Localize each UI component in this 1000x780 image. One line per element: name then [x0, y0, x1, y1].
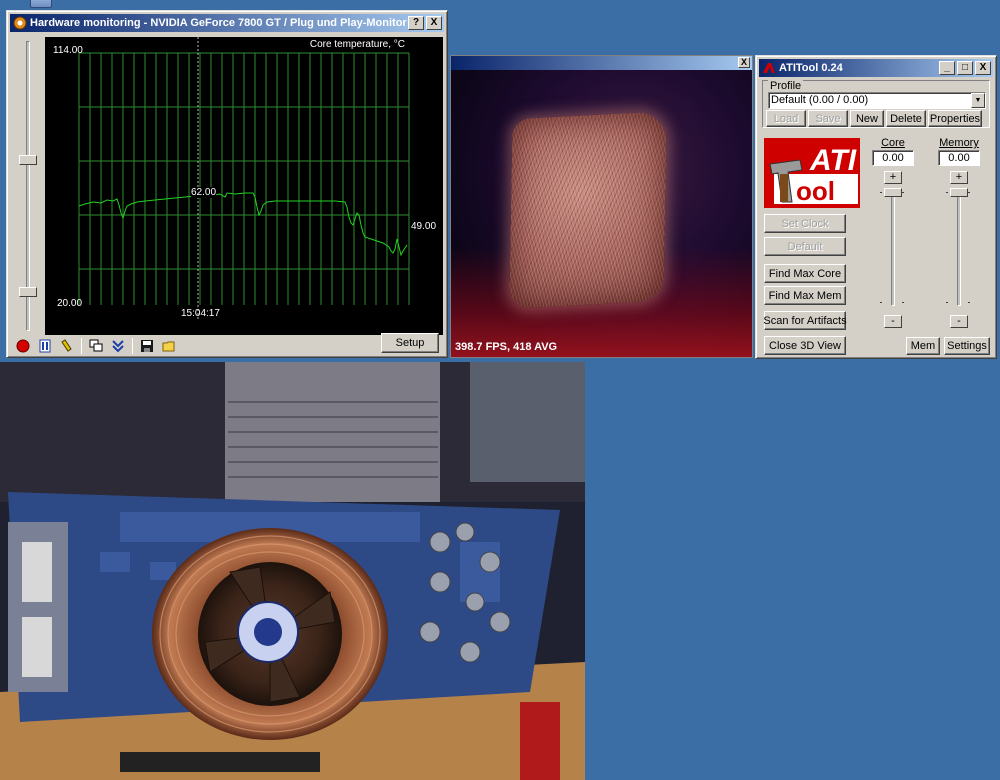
desktop-icon[interactable]	[30, 0, 52, 8]
fur-cube	[509, 111, 667, 309]
memory-slider-thumb[interactable]	[950, 188, 968, 197]
graph-title: Core temperature, °C	[309, 39, 405, 50]
settings-button[interactable]: Settings	[944, 337, 990, 355]
expand-icon[interactable]	[110, 338, 126, 354]
atitool-logo: ATI ool	[764, 138, 860, 208]
delete-button[interactable]: Delete	[886, 110, 926, 127]
profile-selected-value: Default (0.00 / 0.00)	[771, 94, 869, 106]
core-minus-button[interactable]: -	[884, 315, 902, 328]
graph-ymin-label: 20.00	[57, 298, 83, 309]
graphics-card-photo-illustration	[0, 362, 585, 780]
set-clock-button[interactable]: Set Clock	[764, 214, 846, 233]
graph-cursor-value: 62.00	[191, 187, 217, 198]
save-button[interactable]: Save	[808, 110, 848, 127]
load-button[interactable]: Load	[766, 110, 806, 127]
graph-ymax-label: 114.00	[53, 45, 83, 56]
memory-slider-track[interactable]	[957, 190, 961, 306]
core-slider-track[interactable]	[891, 190, 895, 306]
memory-minus-button[interactable]: -	[950, 315, 968, 328]
edit-icon[interactable]	[59, 338, 75, 354]
hwmon-title: Hardware monitoring - NVIDIA GeForce 780…	[30, 17, 407, 29]
graph-svg	[78, 37, 410, 321]
graph-cursor-time: 15:04:17	[181, 308, 220, 319]
hwmon-toolbar	[15, 335, 177, 357]
scan-for-artifacts-button[interactable]: Scan for Artifacts	[763, 311, 847, 330]
find-max-core-button[interactable]: Find Max Core	[764, 264, 846, 283]
record-icon[interactable]	[15, 338, 31, 354]
svg-text:ATI: ATI	[809, 144, 857, 177]
graph-vertical-grid	[78, 53, 410, 305]
memory-clock-input[interactable]: 0.00	[938, 150, 980, 166]
3d-view-close-button[interactable]: X	[738, 57, 750, 68]
graph-max-slider-thumb[interactable]	[19, 155, 37, 165]
find-max-mem-button[interactable]: Find Max Mem	[764, 286, 846, 305]
ati-logo-icon	[763, 63, 775, 73]
atitool-titlebar[interactable]: ATITool 0.24 _ □ X	[759, 59, 993, 77]
atitool-title: ATITool 0.24	[779, 62, 843, 74]
temperature-series-line	[78, 192, 408, 257]
hardware-monitoring-window: Hardware monitoring - NVIDIA GeForce 780…	[6, 10, 448, 358]
atitool-window: ATITool 0.24 _ □ X Profile Default (0.00…	[755, 55, 997, 359]
core-slider-thumb[interactable]	[884, 188, 902, 197]
new-button[interactable]: New	[850, 110, 884, 127]
copy-window-icon[interactable]	[88, 338, 104, 354]
svg-text:ool: ool	[796, 176, 835, 206]
fps-readout: 398.7 FPS, 418 AVG	[455, 341, 558, 353]
default-button[interactable]: Default	[764, 237, 846, 256]
atitool-close-button[interactable]: X	[975, 61, 991, 75]
core-clock-input[interactable]: 0.00	[872, 150, 914, 166]
3d-view-titlebar[interactable]: X	[451, 56, 752, 70]
folder-icon[interactable]	[161, 338, 177, 354]
graph-current-value: 49.00	[411, 221, 437, 232]
help-button[interactable]: ?	[408, 16, 424, 30]
core-temperature-graph[interactable]: 114.00 20.00 Core temperature, °C 62.00 …	[45, 37, 443, 335]
properties-button[interactable]: Properties	[928, 110, 982, 127]
close-3d-view-button[interactable]: Close 3D View	[764, 336, 846, 355]
core-label: Core	[881, 137, 905, 149]
profile-dropdown[interactable]: Default (0.00 / 0.00) ▼	[768, 92, 986, 109]
hwmon-titlebar[interactable]: Hardware monitoring - NVIDIA GeForce 780…	[10, 14, 444, 32]
save-disk-icon[interactable]	[139, 338, 155, 354]
core-plus-button[interactable]: +	[884, 171, 902, 184]
3d-view-window: X 398.7 FPS, 418 AVG	[450, 55, 753, 358]
chevron-down-icon[interactable]: ▼	[971, 93, 985, 108]
maximize-button[interactable]: □	[957, 61, 973, 75]
memory-plus-button[interactable]: +	[950, 171, 968, 184]
mem-button[interactable]: Mem	[906, 337, 940, 355]
close-button[interactable]: X	[426, 16, 442, 30]
3d-render-scene: 398.7 FPS, 418 AVG	[451, 70, 752, 357]
graph-min-slider-thumb[interactable]	[19, 287, 37, 297]
setup-button[interactable]: Setup	[381, 333, 439, 353]
minimize-button[interactable]: _	[939, 61, 955, 75]
app-gear-icon	[13, 16, 27, 30]
graphics-card-photo	[0, 362, 585, 780]
memory-label: Memory	[939, 137, 979, 149]
pause-icon[interactable]	[37, 338, 53, 354]
profile-label: Profile	[768, 80, 804, 92]
